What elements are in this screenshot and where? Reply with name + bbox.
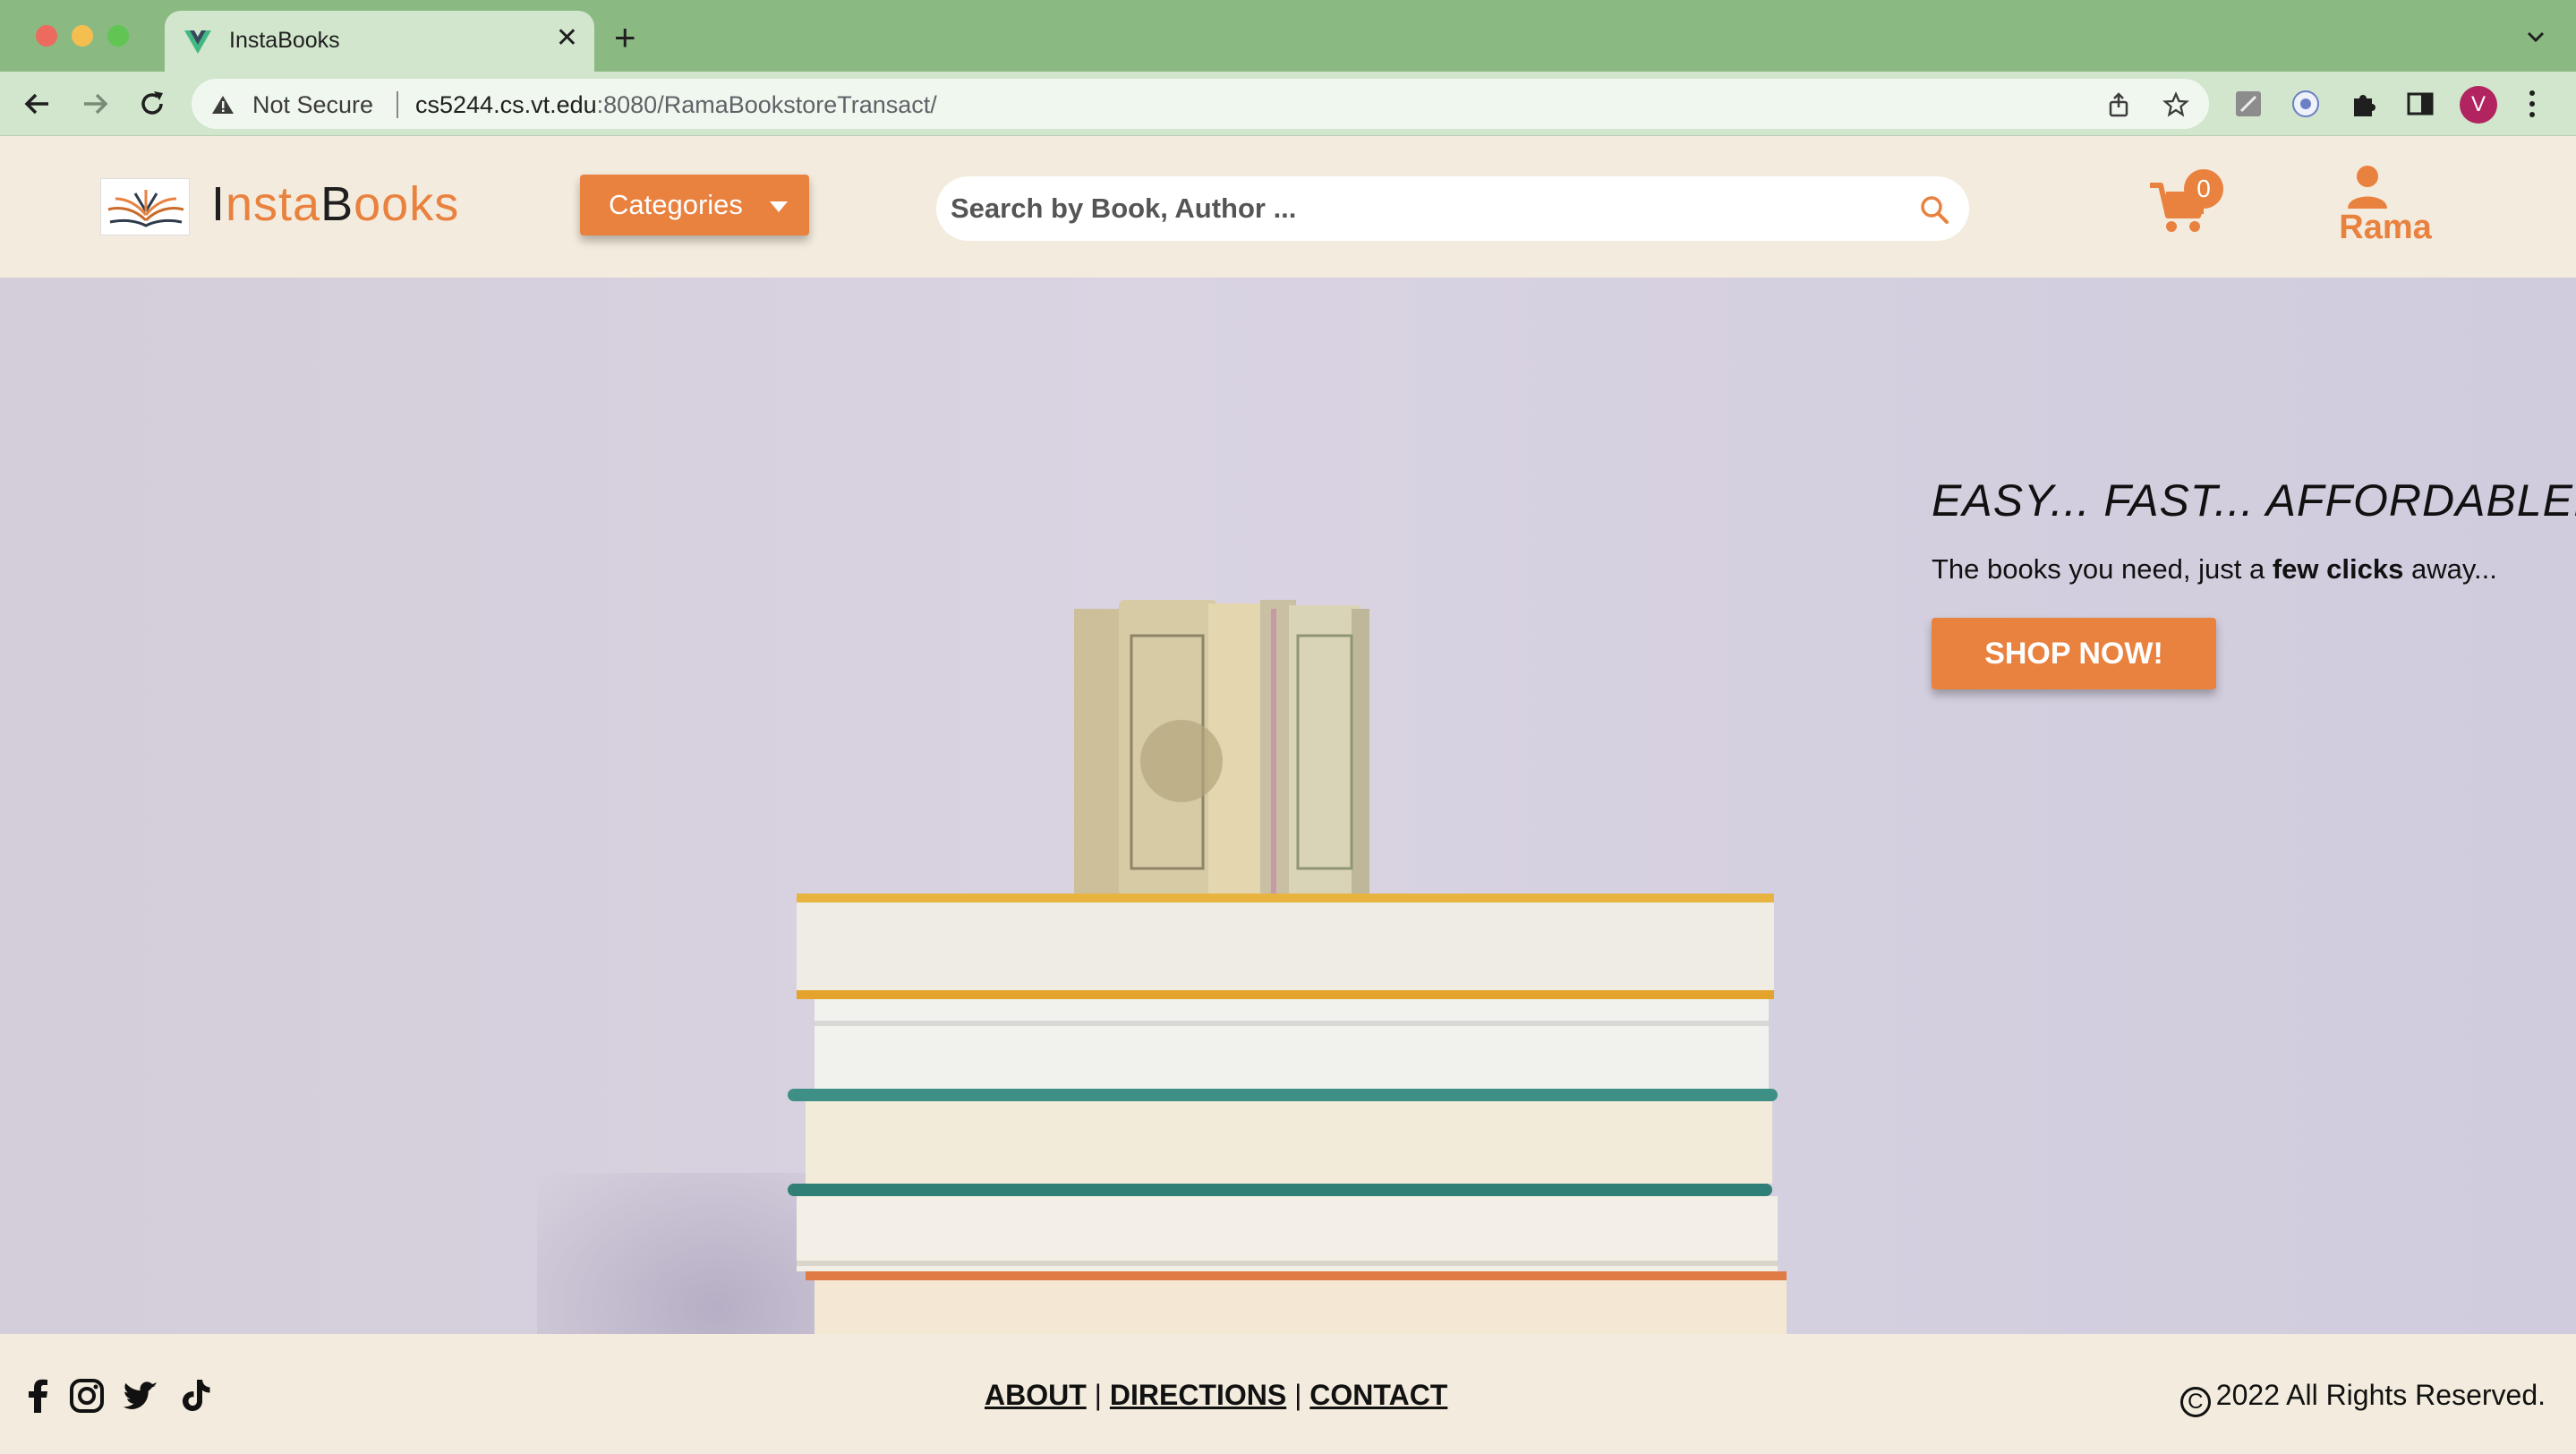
browser-menu-icon[interactable] [2526, 88, 2538, 120]
warning-triangle-icon [212, 96, 234, 114]
logo-letter-b: B [320, 177, 354, 231]
extensions-puzzle-icon[interactable] [2347, 88, 2379, 120]
window-maximize-button[interactable] [107, 25, 129, 47]
extension-shield-icon[interactable] [2290, 88, 2322, 120]
subtitle-end: away... [2403, 553, 2497, 585]
search-icon[interactable] [1919, 194, 1949, 225]
extension-stripe-icon[interactable] [2232, 88, 2265, 120]
footer-separator: | [1094, 1379, 1102, 1411]
new-tab-button[interactable]: + [614, 19, 636, 56]
site-footer: ABOUT | DIRECTIONS | CONTACT C 2022 All R… [0, 1334, 2576, 1454]
search-bar [936, 176, 1969, 241]
vue-favicon-icon [184, 30, 211, 54]
back-arrow-icon[interactable] [21, 88, 54, 120]
footer-link-directions[interactable]: DIRECTIONS [1110, 1379, 1286, 1411]
categories-dropdown-button[interactable]: Categories [580, 175, 809, 235]
url-path: :8080/RamaBookstoreTransact/ [596, 91, 937, 118]
url-text[interactable]: cs5244.cs.vt.edu:8080/RamaBookstoreTrans… [415, 91, 937, 119]
user-icon[interactable] [2345, 164, 2390, 209]
site-header: InstaBooks Categories 0 Rama [0, 137, 2576, 278]
footer-links: ABOUT | DIRECTIONS | CONTACT [985, 1379, 1447, 1412]
money-roll-icon [1074, 600, 1369, 897]
footer-link-about[interactable]: ABOUT [985, 1379, 1087, 1411]
copyright-notice: C 2022 All Rights Reserved. [2179, 1379, 2546, 1417]
subtitle-start: The books you need, just a [1932, 553, 2273, 585]
copyright-text: 2022 All Rights Reserved. [2215, 1379, 2546, 1411]
logo-letter-i: I [211, 177, 226, 231]
tiktok-icon[interactable] [177, 1377, 215, 1415]
search-input[interactable] [951, 176, 1899, 241]
browser-toolbar: Not Secure cs5244.cs.vt.edu:8080/RamaBoo… [0, 72, 2576, 136]
window-minimize-button[interactable] [72, 25, 93, 47]
tab-close-icon[interactable]: ✕ [556, 25, 578, 52]
hero-tagline: EASY... FAST... AFFORDABLE... [1932, 475, 2576, 526]
open-book-logo-icon[interactable] [100, 178, 190, 235]
site-logo-text[interactable]: InstaBooks [211, 176, 459, 232]
tab-search-chevron-icon[interactable] [2526, 27, 2546, 47]
hero-banner: EASY... FAST... AFFORDABLE... The books … [0, 278, 2576, 1334]
reload-icon[interactable] [136, 88, 168, 120]
footer-separator: | [1294, 1379, 1302, 1411]
cart-count-badge: 0 [2184, 169, 2223, 209]
footer-link-contact[interactable]: CONTACT [1309, 1379, 1447, 1411]
logo-part-ooks: ooks [354, 177, 460, 231]
security-status[interactable]: Not Secure [252, 91, 373, 119]
browser-tab-active[interactable]: InstaBooks ✕ [165, 11, 594, 72]
address-bar[interactable]: Not Secure cs5244.cs.vt.edu:8080/RamaBoo… [192, 79, 2209, 129]
share-icon[interactable] [2105, 91, 2132, 118]
browser-tab-strip: InstaBooks ✕ + [0, 0, 2576, 72]
books-and-money-image [788, 600, 1787, 1334]
tab-title: InstaBooks [229, 28, 340, 53]
twitter-icon[interactable] [122, 1377, 159, 1415]
instagram-icon[interactable] [68, 1377, 106, 1415]
forward-arrow-icon[interactable] [79, 88, 111, 120]
caret-down-icon [770, 201, 788, 212]
facebook-icon[interactable] [20, 1377, 57, 1415]
profile-avatar[interactable]: V [2460, 86, 2497, 124]
omnibox-divider [397, 91, 398, 118]
copyright-icon: C [2179, 1387, 2211, 1417]
shop-now-button[interactable]: SHOP NOW! [1932, 618, 2216, 689]
logo-part-nsta: nsta [226, 177, 321, 231]
hero-subtitle: The books you need, just a few clicks aw… [1932, 553, 2576, 586]
subtitle-bold: few clicks [2272, 553, 2404, 585]
window-close-button[interactable] [36, 25, 57, 47]
categories-label: Categories [609, 189, 743, 220]
hero-text-block: EASY... FAST... AFFORDABLE... The books … [1932, 475, 2576, 689]
url-host: cs5244.cs.vt.edu [415, 91, 597, 118]
side-panel-icon[interactable] [2404, 88, 2436, 120]
bookmark-star-icon[interactable] [2162, 91, 2189, 118]
user-name[interactable]: Rama [2327, 209, 2444, 247]
